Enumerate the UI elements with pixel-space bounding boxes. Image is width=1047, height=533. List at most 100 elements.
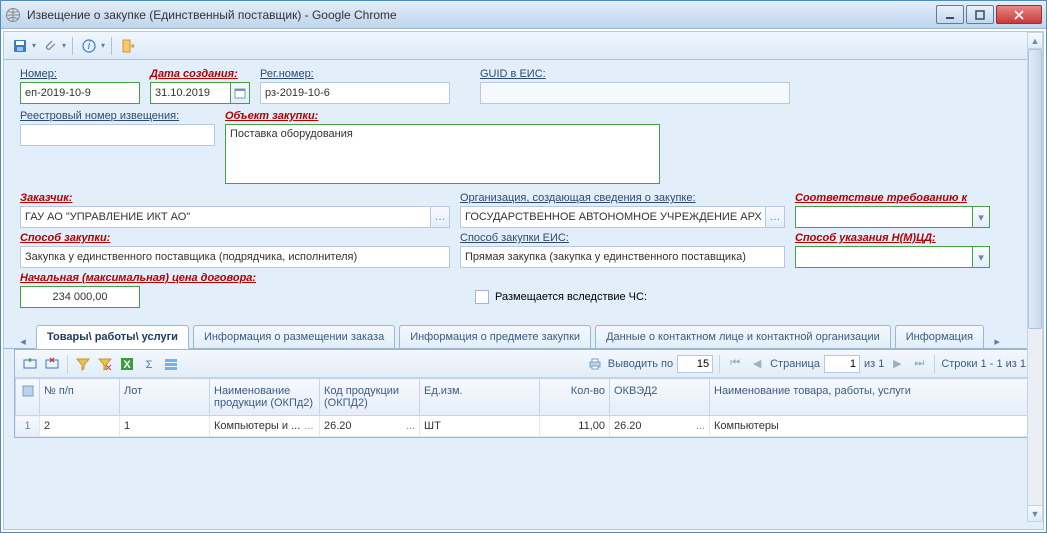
chs-checkbox[interactable] bbox=[475, 290, 489, 304]
grid-showby-input[interactable] bbox=[677, 355, 713, 373]
grid-next-page-icon[interactable]: ▶ bbox=[888, 355, 906, 373]
org-lookup-icon[interactable]: … bbox=[765, 206, 785, 228]
titlebar: Извещение о закупке (Единственный постав… bbox=[1, 1, 1046, 29]
reg-number-input[interactable] bbox=[260, 82, 450, 104]
grid-excel-icon[interactable]: X bbox=[118, 355, 136, 373]
chs-label: Размещается вследствие ЧС: bbox=[495, 291, 647, 303]
grid-filter-icon[interactable] bbox=[74, 355, 92, 373]
info-dropdown-icon[interactable]: ▾ bbox=[101, 41, 105, 50]
svg-text:X: X bbox=[123, 359, 131, 371]
cell-unit[interactable]: ШТ bbox=[420, 416, 540, 437]
nmcd-dropdown-icon[interactable]: ▾ bbox=[972, 246, 990, 268]
grid-header-rowselector[interactable] bbox=[16, 379, 40, 416]
tab-subject-info[interactable]: Информация о предмете закупки bbox=[399, 325, 591, 348]
info-icon[interactable]: i bbox=[79, 36, 99, 56]
tab-scroll-right-icon[interactable]: ▸ bbox=[988, 335, 1006, 348]
registry-no-input[interactable] bbox=[20, 124, 215, 146]
grid-prev-page-icon[interactable]: ◀ bbox=[748, 355, 766, 373]
cell-qty[interactable]: 11,00 bbox=[540, 416, 610, 437]
grid-add-icon[interactable] bbox=[21, 355, 39, 373]
grid-header-name-okpd2[interactable]: Наименование продукции (ОКПд2) bbox=[210, 379, 320, 416]
nmcd-label: Способ указания Н(М)ЦД: bbox=[795, 232, 990, 244]
cell-name-okpd2[interactable]: Компьютеры и ...... bbox=[210, 416, 320, 437]
org-input[interactable] bbox=[460, 206, 765, 228]
compliance-label: Соответствие требованию к bbox=[795, 192, 990, 204]
cell-product-name[interactable]: Компьютеры bbox=[710, 416, 1032, 437]
scroll-down-icon[interactable]: ▼ bbox=[1028, 505, 1042, 521]
method-eis-input[interactable] bbox=[460, 246, 785, 268]
grid-table: № п/п Лот Наименование продукции (ОКПд2)… bbox=[15, 378, 1032, 437]
reg-number-label: Рег.номер: bbox=[260, 68, 450, 80]
export-icon[interactable] bbox=[118, 36, 138, 56]
price-label: Начальная (максимальная) цена договора: bbox=[20, 272, 300, 284]
grid-rows-info: Строки 1 - 1 из 1 bbox=[941, 358, 1026, 370]
number-input[interactable] bbox=[20, 82, 140, 104]
grid-header-product-name[interactable]: Наименование товара, работы, услуги bbox=[710, 379, 1032, 416]
grid-last-page-icon[interactable]: ⏭ bbox=[910, 355, 928, 373]
grid-settings-icon[interactable] bbox=[162, 355, 180, 373]
window-close-button[interactable] bbox=[996, 5, 1042, 24]
customer-lookup-icon[interactable]: … bbox=[430, 206, 450, 228]
compliance-dropdown-icon[interactable]: ▾ bbox=[972, 206, 990, 228]
grid-header-okved2[interactable]: ОКВЭД2 bbox=[610, 379, 710, 416]
grid-sum-icon[interactable]: Σ bbox=[140, 355, 158, 373]
attach-icon[interactable] bbox=[40, 36, 60, 56]
cell-code-okpd2[interactable]: 26.20... bbox=[320, 416, 420, 437]
grid-page-of: из 1 bbox=[864, 358, 884, 370]
grid-header-code-okpd2[interactable]: Код продукции (ОКПД2) bbox=[320, 379, 420, 416]
compliance-select[interactable] bbox=[795, 206, 972, 228]
calendar-icon[interactable] bbox=[230, 82, 250, 104]
grid-clear-filter-icon[interactable] bbox=[96, 355, 114, 373]
svg-text:Σ: Σ bbox=[146, 359, 153, 371]
window-title: Извещение о закупке (Единственный постав… bbox=[27, 8, 934, 22]
grid-delete-icon[interactable] bbox=[43, 355, 61, 373]
ellipsis-icon[interactable]: ... bbox=[692, 420, 705, 432]
tab-scroll-left-icon[interactable]: ◂ bbox=[14, 335, 32, 348]
grid-first-page-icon[interactable]: ⏮ bbox=[726, 355, 744, 373]
save-dropdown-icon[interactable]: ▾ bbox=[32, 41, 36, 50]
favicon-globe-icon bbox=[5, 7, 21, 23]
registry-no-label: Реестровый номер извещения: bbox=[20, 110, 215, 122]
window-minimize-button[interactable] bbox=[936, 5, 964, 24]
grid-toolbar: X Σ Выводить по ⏮ ◀ Страница из 1 ▶ bbox=[15, 350, 1032, 378]
grid-panel: X Σ Выводить по ⏮ ◀ Страница из 1 ▶ bbox=[14, 349, 1033, 438]
grid-showby-label: Выводить по bbox=[608, 358, 673, 370]
price-input[interactable] bbox=[20, 286, 140, 308]
attach-dropdown-icon[interactable]: ▾ bbox=[62, 41, 66, 50]
grid-print-icon[interactable] bbox=[586, 355, 604, 373]
guid-label: GUID в ЕИС: bbox=[480, 68, 790, 80]
save-icon[interactable] bbox=[10, 36, 30, 56]
tab-placement-info[interactable]: Информация о размещении заказа bbox=[193, 325, 395, 348]
grid-page-input[interactable] bbox=[824, 355, 860, 373]
cell-npp[interactable]: 2 bbox=[40, 416, 120, 437]
method-eis-label: Способ закупки ЕИС: bbox=[460, 232, 785, 244]
grid-header-npp[interactable]: № п/п bbox=[40, 379, 120, 416]
scroll-up-icon[interactable]: ▲ bbox=[1028, 33, 1042, 49]
guid-input[interactable] bbox=[480, 82, 790, 104]
cell-rownum: 1 bbox=[16, 416, 40, 437]
grid-header-lot[interactable]: Лот bbox=[120, 379, 210, 416]
scroll-thumb[interactable] bbox=[1028, 49, 1042, 329]
cell-lot[interactable]: 1 bbox=[120, 416, 210, 437]
tab-information[interactable]: Информация bbox=[895, 325, 984, 348]
nmcd-select[interactable] bbox=[795, 246, 972, 268]
grid-header-unit[interactable]: Ед.изм. bbox=[420, 379, 540, 416]
object-label: Объект закупки: bbox=[225, 110, 660, 122]
customer-input[interactable] bbox=[20, 206, 430, 228]
ellipsis-icon[interactable]: ... bbox=[300, 420, 313, 432]
method-input[interactable] bbox=[20, 246, 450, 268]
tab-contact-info[interactable]: Данные о контактном лице и контактной ор… bbox=[595, 325, 891, 348]
grid-header-qty[interactable]: Кол-во bbox=[540, 379, 610, 416]
window-maximize-button[interactable] bbox=[966, 5, 994, 24]
vertical-scrollbar[interactable]: ▲ ▼ bbox=[1027, 32, 1043, 522]
method-label: Способ закупки: bbox=[20, 232, 450, 244]
create-date-input[interactable] bbox=[150, 82, 230, 104]
org-label: Организация, создающая сведения о закупк… bbox=[460, 192, 785, 204]
create-date-label: Дата создания: bbox=[150, 68, 250, 80]
object-input[interactable]: Поставка оборудования bbox=[225, 124, 660, 184]
tab-goods[interactable]: Товары\ работы\ услуги bbox=[36, 325, 189, 349]
svg-text:i: i bbox=[88, 40, 91, 52]
table-row[interactable]: 1 2 1 Компьютеры и ...... 26.20... ШТ 11… bbox=[16, 416, 1032, 437]
cell-okved2[interactable]: 26.20... bbox=[610, 416, 710, 437]
ellipsis-icon[interactable]: ... bbox=[402, 420, 415, 432]
